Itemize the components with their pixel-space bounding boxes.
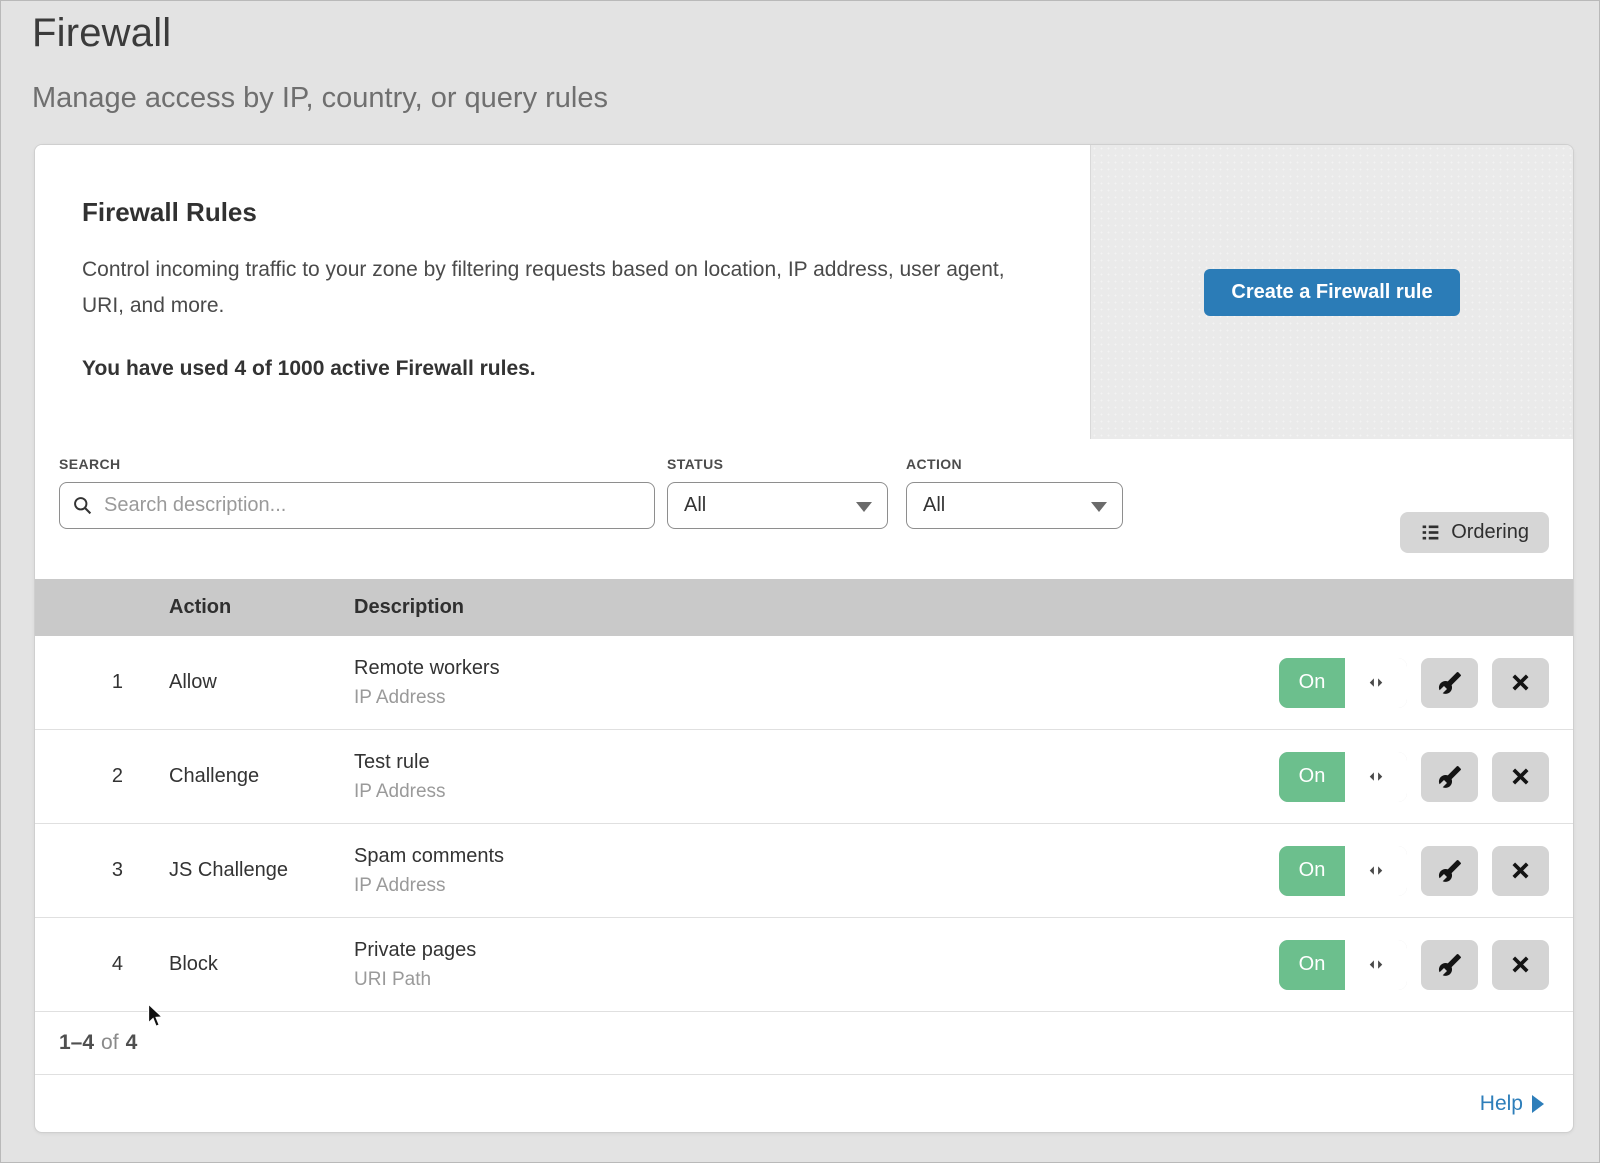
table-row: 4 Block Private pages URI Path On [35, 918, 1573, 1012]
delete-rule-button[interactable] [1492, 940, 1549, 990]
delete-rule-button[interactable] [1492, 658, 1549, 708]
rule-description-cell: Private pages URI Path [354, 939, 1279, 991]
rule-toggle[interactable]: On [1279, 752, 1407, 802]
wrench-icon [1438, 953, 1462, 977]
help-bar: Help [35, 1074, 1573, 1132]
chevron-right-icon [1532, 1095, 1544, 1113]
resize-arrows-icon [1366, 673, 1386, 693]
wrench-icon [1438, 859, 1462, 883]
status-select-value: All [684, 494, 706, 517]
column-action: Action [169, 596, 349, 619]
rule-description-cell: Test rule IP Address [354, 751, 1279, 803]
ordering-button[interactable]: Ordering [1400, 512, 1549, 553]
intro-description: Control incoming traffic to your zone by… [82, 252, 1037, 324]
rule-number: 1 [35, 671, 123, 694]
filters-bar: SEARCH STATUS All ACTION All [35, 439, 1573, 579]
status-select[interactable]: All [667, 482, 888, 529]
pagination-range: 1–4 [59, 1031, 94, 1055]
x-icon [1509, 859, 1532, 882]
x-icon [1509, 671, 1532, 694]
toggle-on-segment: On [1279, 846, 1345, 896]
rule-description-cell: Remote workers IP Address [354, 657, 1279, 709]
action-label: ACTION [906, 456, 1123, 472]
edit-rule-button[interactable] [1421, 846, 1478, 896]
resize-arrows-icon [1366, 861, 1386, 881]
toggle-handle [1345, 940, 1407, 990]
search-input[interactable] [59, 482, 655, 529]
edit-rule-button[interactable] [1421, 940, 1478, 990]
rule-number: 2 [35, 765, 123, 788]
table-header: Action Description [35, 579, 1573, 636]
x-icon [1509, 953, 1532, 976]
search-label: SEARCH [59, 456, 655, 472]
toggle-on-segment: On [1279, 658, 1345, 708]
search-icon [72, 495, 93, 516]
status-label: STATUS [667, 456, 888, 472]
rule-action: Challenge [169, 765, 349, 788]
intro-aside: Create a Firewall rule [1090, 145, 1573, 439]
rule-toggle[interactable]: On [1279, 658, 1407, 708]
rule-toggle[interactable]: On [1279, 940, 1407, 990]
rule-match-type: IP Address [354, 781, 1279, 803]
toggle-on-segment: On [1279, 940, 1345, 990]
table-row: 1 Allow Remote workers IP Address On [35, 636, 1573, 730]
help-link-label: Help [1480, 1092, 1523, 1116]
resize-arrows-icon [1366, 767, 1386, 787]
intro-section: Firewall Rules Control incoming traffic … [35, 145, 1573, 439]
rule-description: Spam comments [354, 845, 1279, 868]
rule-description-cell: Spam comments IP Address [354, 845, 1279, 897]
rule-match-type: URI Path [354, 969, 1279, 991]
rule-description: Test rule [354, 751, 1279, 774]
wrench-icon [1438, 671, 1462, 695]
toggle-handle [1345, 658, 1407, 708]
rule-description: Remote workers [354, 657, 1279, 680]
action-select-value: All [923, 494, 945, 517]
toggle-on-segment: On [1279, 752, 1345, 802]
x-icon [1509, 765, 1532, 788]
usage-summary: You have used 4 of 1000 active Firewall … [82, 357, 1050, 381]
rule-action: JS Challenge [169, 859, 349, 882]
status-filter: STATUS All [667, 456, 888, 529]
edit-rule-button[interactable] [1421, 752, 1478, 802]
pagination: 1–4 of 4 [35, 1012, 1573, 1074]
chevron-down-icon [856, 502, 872, 512]
pagination-of: of [101, 1031, 119, 1055]
page-header: Firewall Manage access by IP, country, o… [1, 1, 1599, 115]
rule-toggle[interactable]: On [1279, 846, 1407, 896]
chevron-down-icon [1091, 502, 1107, 512]
wrench-icon [1438, 765, 1462, 789]
toggle-handle [1345, 752, 1407, 802]
table-row: 2 Challenge Test rule IP Address On [35, 730, 1573, 824]
action-filter: ACTION All [906, 456, 1123, 529]
rule-description: Private pages [354, 939, 1279, 962]
list-icon [1420, 522, 1441, 543]
edit-rule-button[interactable] [1421, 658, 1478, 708]
rule-number: 4 [35, 953, 123, 976]
rule-match-type: IP Address [354, 875, 1279, 897]
rule-number: 3 [35, 859, 123, 882]
intro-heading: Firewall Rules [82, 197, 1050, 228]
rule-action: Block [169, 953, 349, 976]
rule-action: Allow [169, 671, 349, 694]
page-title: Firewall [32, 11, 1599, 56]
table-row: 3 JS Challenge Spam comments IP Address … [35, 824, 1573, 918]
toggle-handle [1345, 846, 1407, 896]
create-firewall-rule-button[interactable]: Create a Firewall rule [1204, 269, 1459, 316]
search-filter: SEARCH [59, 456, 655, 529]
column-description: Description [354, 596, 1573, 619]
delete-rule-button[interactable] [1492, 752, 1549, 802]
ordering-button-label: Ordering [1451, 521, 1529, 544]
intro-info: Firewall Rules Control incoming traffic … [35, 145, 1090, 439]
help-link[interactable]: Help [1480, 1092, 1544, 1116]
delete-rule-button[interactable] [1492, 846, 1549, 896]
resize-arrows-icon [1366, 955, 1386, 975]
action-select[interactable]: All [906, 482, 1123, 529]
rule-match-type: IP Address [354, 687, 1279, 709]
pagination-total: 4 [126, 1031, 138, 1055]
firewall-rules-card: Firewall Rules Control incoming traffic … [34, 144, 1574, 1133]
page-subtitle: Manage access by IP, country, or query r… [32, 82, 1599, 115]
